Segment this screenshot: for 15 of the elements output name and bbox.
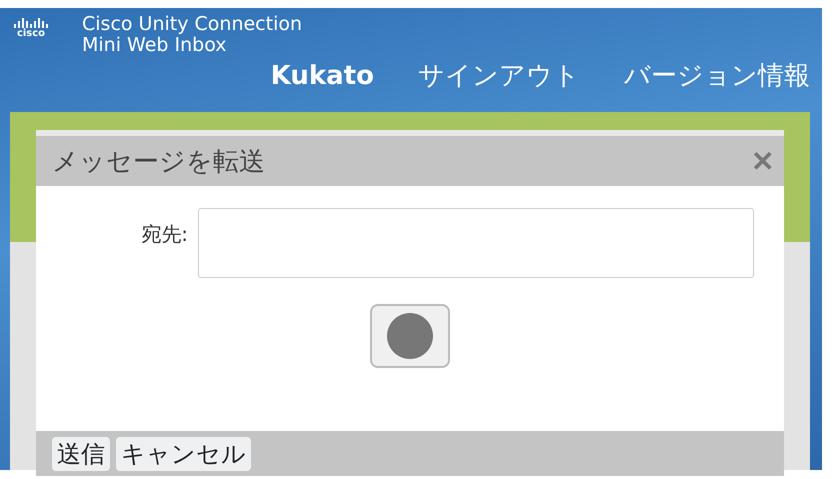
nav-link[interactable]: サインアウト bbox=[418, 58, 580, 93]
logo-text: cisco bbox=[16, 28, 46, 40]
dialog-button[interactable]: キャンセル bbox=[116, 436, 251, 470]
close-button[interactable]: ✕ bbox=[751, 144, 774, 178]
nav-link[interactable]: バージョン情報 bbox=[624, 58, 810, 93]
dialog-button[interactable]: 送信 bbox=[52, 436, 110, 470]
product-title: Cisco Unity Connection bbox=[82, 14, 302, 35]
product-subtitle: Mini Web Inbox bbox=[82, 35, 228, 56]
dialog-title: メッセージを転送 bbox=[52, 146, 265, 178]
record-button[interactable] bbox=[370, 304, 450, 368]
to-field[interactable] bbox=[198, 208, 754, 278]
record-icon bbox=[387, 313, 433, 359]
user-name: Kukato bbox=[270, 60, 374, 90]
cisco-logo-icon bbox=[14, 18, 48, 28]
to-label: 宛先: bbox=[140, 220, 189, 248]
